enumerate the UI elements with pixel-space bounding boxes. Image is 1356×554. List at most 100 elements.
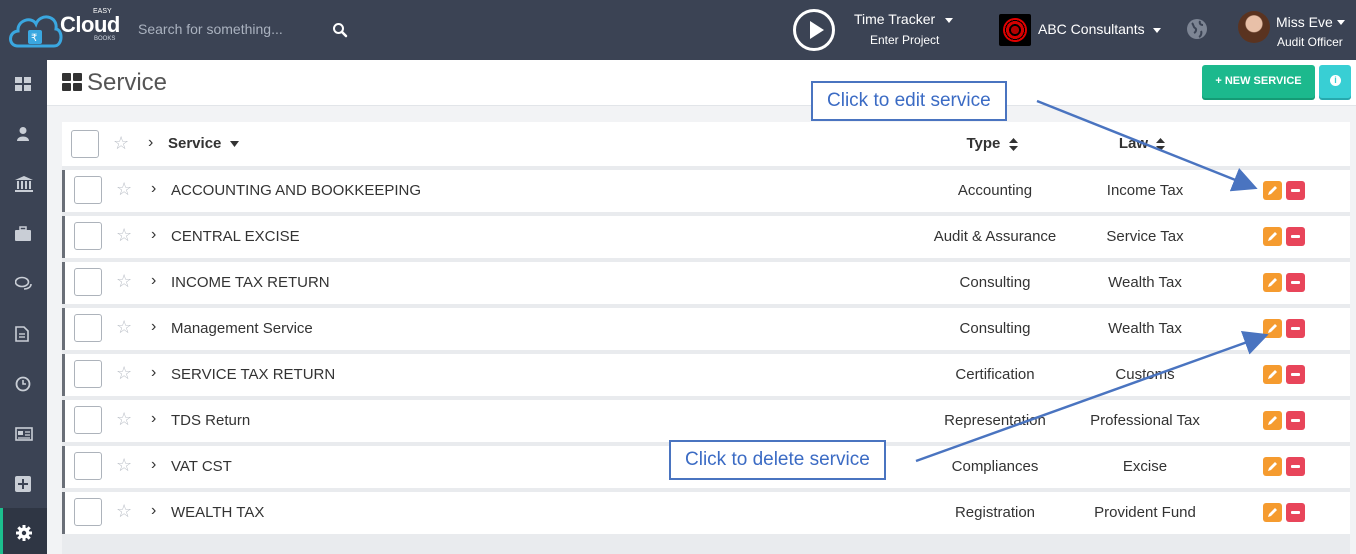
row-checkbox[interactable] <box>74 406 102 434</box>
sidebar-item-briefcase[interactable] <box>0 210 47 258</box>
service-law: Excise <box>1122 458 1168 475</box>
chevron-down-icon[interactable] <box>945 18 953 23</box>
table-row[interactable]: ☆ › INCOME TAX RETURN Consulting Wealth … <box>62 262 1350 304</box>
star-icon[interactable]: ☆ <box>116 363 132 384</box>
star-icon[interactable]: ☆ <box>116 179 132 200</box>
service-name: CENTRAL EXCISE <box>171 228 300 245</box>
star-icon[interactable]: ☆ <box>116 455 132 476</box>
pencil-icon <box>1268 186 1277 195</box>
chevron-right-icon[interactable]: › <box>151 318 156 336</box>
delete-button[interactable] <box>1286 411 1305 430</box>
star-icon[interactable]: ☆ <box>116 409 132 430</box>
app-logo[interactable]: ₹ EASY Cloud BOOKS <box>6 4 126 54</box>
star-icon[interactable]: ☆ <box>116 271 132 292</box>
row-checkbox[interactable] <box>74 314 102 342</box>
star-icon[interactable]: ☆ <box>116 501 132 522</box>
briefcase-icon <box>15 226 31 241</box>
table-row[interactable]: ☆ › TDS Return Representation Profession… <box>62 400 1350 442</box>
service-name: VAT CST <box>171 458 232 475</box>
edit-button[interactable] <box>1263 457 1282 476</box>
chevron-right-icon[interactable]: › <box>151 410 156 428</box>
chevron-right-icon[interactable]: › <box>151 180 156 198</box>
chevron-right-icon[interactable]: › <box>151 272 156 290</box>
user-name[interactable]: Miss Eve <box>1276 14 1333 30</box>
sort-icon <box>1008 137 1018 151</box>
search-icon[interactable] <box>332 22 348 38</box>
sidebar-item-bank[interactable] <box>0 160 47 208</box>
user-icon <box>17 127 29 141</box>
row-checkbox[interactable] <box>74 452 102 480</box>
document-icon <box>15 326 29 342</box>
pencil-icon <box>1268 416 1277 425</box>
edit-button[interactable] <box>1263 273 1282 292</box>
avatar[interactable] <box>1238 11 1270 43</box>
chevron-down-icon[interactable] <box>1337 20 1345 25</box>
table-header: ☆ › Service Type Law <box>62 122 1350 166</box>
time-tracker-title[interactable]: Time Tracker <box>854 11 935 27</box>
delete-button[interactable] <box>1286 457 1305 476</box>
row-checkbox[interactable] <box>74 222 102 250</box>
pencil-icon <box>1268 370 1277 379</box>
column-header-law[interactable]: Law <box>1062 135 1222 152</box>
new-service-button[interactable]: + NEW SERVICE <box>1202 65 1315 98</box>
chevron-right-icon[interactable]: › <box>151 226 156 244</box>
delete-button[interactable] <box>1286 319 1305 338</box>
column-header-type-label: Type <box>966 135 1001 152</box>
search-input[interactable]: Search for something... <box>138 21 283 37</box>
delete-button[interactable] <box>1286 181 1305 200</box>
sort-icon <box>1156 137 1166 151</box>
column-header-service[interactable]: Service <box>168 135 239 152</box>
edit-button[interactable] <box>1263 365 1282 384</box>
sidebar-item-dashboard[interactable] <box>0 60 47 108</box>
company-logo <box>999 14 1031 46</box>
chevron-right-icon[interactable]: › <box>148 134 153 152</box>
chevron-right-icon[interactable]: › <box>151 502 156 520</box>
service-type: Representation <box>944 412 1046 429</box>
service-law: Professional Tax <box>1090 412 1200 429</box>
star-icon[interactable]: ☆ <box>113 133 129 154</box>
company-selector[interactable]: ABC Consultants <box>1038 21 1145 37</box>
row-checkbox[interactable] <box>74 176 102 204</box>
sidebar-item-settings[interactable] <box>0 508 47 554</box>
delete-button[interactable] <box>1286 365 1305 384</box>
row-checkbox[interactable] <box>74 360 102 388</box>
info-icon[interactable] <box>1319 65 1351 98</box>
pencil-icon <box>1268 324 1277 333</box>
chevron-right-icon[interactable]: › <box>151 456 156 474</box>
row-checkbox[interactable] <box>74 268 102 296</box>
edit-button[interactable] <box>1263 503 1282 522</box>
delete-button[interactable] <box>1286 503 1305 522</box>
delete-button[interactable] <box>1286 227 1305 246</box>
star-icon[interactable]: ☆ <box>116 317 132 338</box>
service-law: Income Tax <box>1106 182 1184 199</box>
column-header-type[interactable]: Type <box>912 135 1072 152</box>
pencil-icon <box>1268 278 1277 287</box>
sidebar-item-time[interactable] <box>0 360 47 408</box>
edit-button[interactable] <box>1263 181 1282 200</box>
page-header: Service + NEW SERVICE <box>47 60 1356 106</box>
chevron-down-icon[interactable] <box>1153 28 1161 33</box>
chevron-right-icon[interactable]: › <box>151 364 156 382</box>
sidebar-item-add[interactable] <box>0 460 47 508</box>
globe-icon[interactable] <box>1185 17 1209 41</box>
table-row[interactable]: ☆ › Management Service Consulting Wealth… <box>62 308 1350 350</box>
edit-button[interactable] <box>1263 227 1282 246</box>
sidebar-item-users[interactable] <box>0 110 47 158</box>
table-row[interactable]: ☆ › SERVICE TAX RETURN Certification Cus… <box>62 354 1350 396</box>
delete-button[interactable] <box>1286 273 1305 292</box>
table-row[interactable]: ☆ › ACCOUNTING AND BOOKKEEPING Accountin… <box>62 170 1350 212</box>
edit-button[interactable] <box>1263 411 1282 430</box>
table-row[interactable]: ☆ › CENTRAL EXCISE Audit & Assurance Ser… <box>62 216 1350 258</box>
sidebar-item-chat[interactable] <box>0 260 47 308</box>
table-row[interactable]: ☆ › WEALTH TAX Registration Provident Fu… <box>62 492 1350 534</box>
newspaper-icon <box>15 427 33 441</box>
sidebar-item-news[interactable] <box>0 410 47 458</box>
svg-text:₹: ₹ <box>31 33 37 44</box>
play-icon[interactable] <box>793 9 835 51</box>
star-icon[interactable]: ☆ <box>116 225 132 246</box>
sidebar-item-documents[interactable] <box>0 310 47 358</box>
select-all-checkbox[interactable] <box>71 130 99 158</box>
edit-button[interactable] <box>1263 319 1282 338</box>
row-checkbox[interactable] <box>74 498 102 526</box>
time-tracker-project[interactable]: Enter Project <box>870 33 939 47</box>
